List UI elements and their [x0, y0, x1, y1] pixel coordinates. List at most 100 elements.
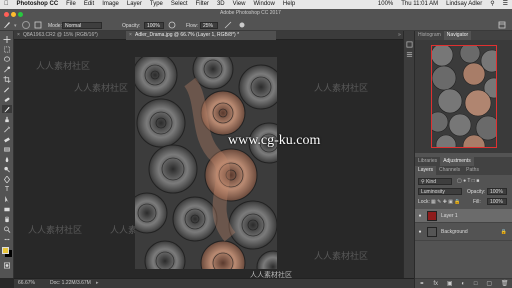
- visibility-eye-icon[interactable]: ●: [415, 229, 425, 235]
- blur-tool-icon[interactable]: [2, 155, 12, 163]
- quick-mask-icon[interactable]: [2, 261, 12, 269]
- marquee-tool-icon[interactable]: [2, 45, 12, 53]
- workspace-icon[interactable]: [498, 21, 506, 29]
- brush-preset-icon[interactable]: [3, 21, 11, 29]
- menu-view[interactable]: View: [229, 0, 250, 9]
- brush-panel-icon[interactable]: [34, 21, 42, 29]
- brush-tool-icon[interactable]: [2, 105, 12, 113]
- menu-3d[interactable]: 3D: [213, 0, 229, 9]
- faint-watermark: 人人素材社区: [314, 83, 369, 93]
- new-layer-icon[interactable]: ▢: [486, 280, 492, 287]
- close-window-button[interactable]: [4, 12, 9, 17]
- battery-status[interactable]: 100%: [374, 0, 397, 9]
- move-tool-icon[interactable]: [2, 35, 12, 43]
- menu-app-name[interactable]: Photoshop CC: [13, 0, 63, 9]
- pressure-opacity-icon[interactable]: [168, 21, 176, 29]
- layer-opacity-field[interactable]: 100%: [487, 188, 507, 195]
- quick-selection-tool-icon[interactable]: [2, 65, 12, 73]
- layer-row[interactable]: ● Layer 1: [415, 209, 512, 223]
- fill-field[interactable]: 100%: [487, 198, 507, 205]
- notification-list-icon[interactable]: ☰: [499, 0, 512, 9]
- tabs-overflow-icon[interactable]: »: [398, 32, 401, 38]
- minimize-window-button[interactable]: [11, 12, 16, 17]
- lock-icons[interactable]: ▦ ✎ ✚ ▣ 🔒: [431, 199, 461, 205]
- pressure-size-icon[interactable]: [238, 21, 246, 29]
- link-layers-icon[interactable]: ⚭: [419, 280, 424, 287]
- gradient-tool-icon[interactable]: [2, 145, 12, 153]
- brush-dropdown-icon[interactable]: ▾: [14, 23, 17, 29]
- tab-paths[interactable]: Paths: [463, 166, 482, 175]
- healing-brush-tool-icon[interactable]: [2, 95, 12, 103]
- close-tab-icon[interactable]: ×: [129, 31, 132, 40]
- status-arrow-icon[interactable]: ▸: [96, 279, 99, 288]
- mode-label: Mode:: [48, 23, 62, 29]
- menu-layer[interactable]: Layer: [123, 0, 146, 9]
- menu-edit[interactable]: Edit: [80, 0, 98, 9]
- zoom-level[interactable]: 66.67%: [18, 279, 35, 288]
- type-tool-icon[interactable]: T: [2, 185, 12, 193]
- zoom-window-button[interactable]: [18, 12, 23, 17]
- filter-type-icons[interactable]: ▢ ● T □ ■: [457, 178, 479, 184]
- lock-icon: 🔒: [500, 228, 507, 235]
- menu-type[interactable]: Type: [146, 0, 167, 9]
- crop-tool-icon[interactable]: [2, 75, 12, 83]
- layer-name[interactable]: Layer 1: [441, 213, 458, 219]
- layer-filter-kind[interactable]: ⚲ Kind: [418, 178, 452, 185]
- foreground-color-swatch[interactable]: [2, 247, 9, 254]
- history-panel-icon[interactable]: [406, 35, 413, 48]
- airbrush-icon[interactable]: [224, 21, 232, 29]
- layer-style-icon[interactable]: fx: [433, 281, 438, 287]
- tab-label: Q8A1963.CR2 @ 15% (RGB/16*): [23, 32, 98, 38]
- new-group-icon[interactable]: □: [474, 281, 478, 287]
- navigator-panel-tabs: Histogram Navigator: [415, 31, 512, 40]
- pen-tool-icon[interactable]: [2, 175, 12, 183]
- navigator-panel: [415, 40, 512, 153]
- menu-filter[interactable]: Filter: [192, 0, 213, 9]
- tab-libraries[interactable]: Libraries: [415, 157, 440, 166]
- menu-select[interactable]: Select: [167, 0, 192, 9]
- tab-adjustments[interactable]: Adjustments: [440, 157, 474, 166]
- adjustment-layer-icon[interactable]: ◐: [461, 281, 465, 287]
- navigator-preview[interactable]: [431, 45, 497, 148]
- navigator-thumbnail: [432, 46, 496, 147]
- blend-mode-select[interactable]: Luminosity: [418, 188, 462, 195]
- rectangle-tool-icon[interactable]: [2, 205, 12, 213]
- tab-adler-drama[interactable]: × Adler_Drama.jpg @ 66.7% (Layer 1, RGB/…: [126, 31, 276, 40]
- menu-image[interactable]: Image: [98, 0, 123, 9]
- clone-stamp-tool-icon[interactable]: [2, 115, 12, 123]
- hand-tool-icon[interactable]: [2, 215, 12, 223]
- menu-help[interactable]: Help: [279, 0, 299, 9]
- clock[interactable]: Thu 11:01 AM: [397, 0, 442, 9]
- apple-icon[interactable]: : [0, 0, 13, 9]
- brush-size-icon[interactable]: [22, 21, 30, 29]
- properties-panel-icon[interactable]: [406, 45, 413, 57]
- spotlight-search-icon[interactable]: ⚲: [486, 0, 498, 9]
- zoom-tool-icon[interactable]: [2, 225, 12, 233]
- tab-q8a1963[interactable]: × Q8A1963.CR2 @ 15% (RGB/16*): [14, 31, 126, 40]
- tab-histogram[interactable]: Histogram: [415, 31, 444, 40]
- trash-icon[interactable]: 🗑: [501, 280, 509, 287]
- history-brush-tool-icon[interactable]: [2, 125, 12, 133]
- user-name[interactable]: Lindsay Adler: [442, 0, 486, 9]
- menu-window[interactable]: Window: [250, 0, 279, 9]
- opacity-field[interactable]: 100%: [144, 22, 164, 29]
- layer-row[interactable]: ● Background 🔒: [415, 223, 512, 241]
- tab-channels[interactable]: Channels: [436, 166, 463, 175]
- add-mask-icon[interactable]: ▣: [447, 280, 453, 287]
- path-selection-tool-icon[interactable]: [2, 195, 12, 203]
- layer-name[interactable]: Background: [441, 229, 468, 235]
- mode-select[interactable]: Normal: [62, 22, 102, 29]
- search-icon: ⚲: [421, 179, 425, 185]
- close-tab-icon[interactable]: ×: [17, 31, 20, 40]
- menu-file[interactable]: File: [62, 0, 80, 9]
- eyedropper-tool-icon[interactable]: [2, 85, 12, 93]
- dodge-tool-icon[interactable]: [2, 165, 12, 173]
- tab-navigator[interactable]: Navigator: [443, 31, 472, 40]
- more-tools-icon[interactable]: [2, 235, 12, 243]
- document-canvas-image[interactable]: [135, 57, 277, 269]
- eraser-tool-icon[interactable]: [2, 135, 12, 143]
- lasso-tool-icon[interactable]: [2, 55, 12, 63]
- visibility-eye-icon[interactable]: ●: [415, 213, 425, 219]
- tab-layers[interactable]: Layers: [415, 166, 437, 175]
- flow-field[interactable]: 25%: [200, 22, 218, 29]
